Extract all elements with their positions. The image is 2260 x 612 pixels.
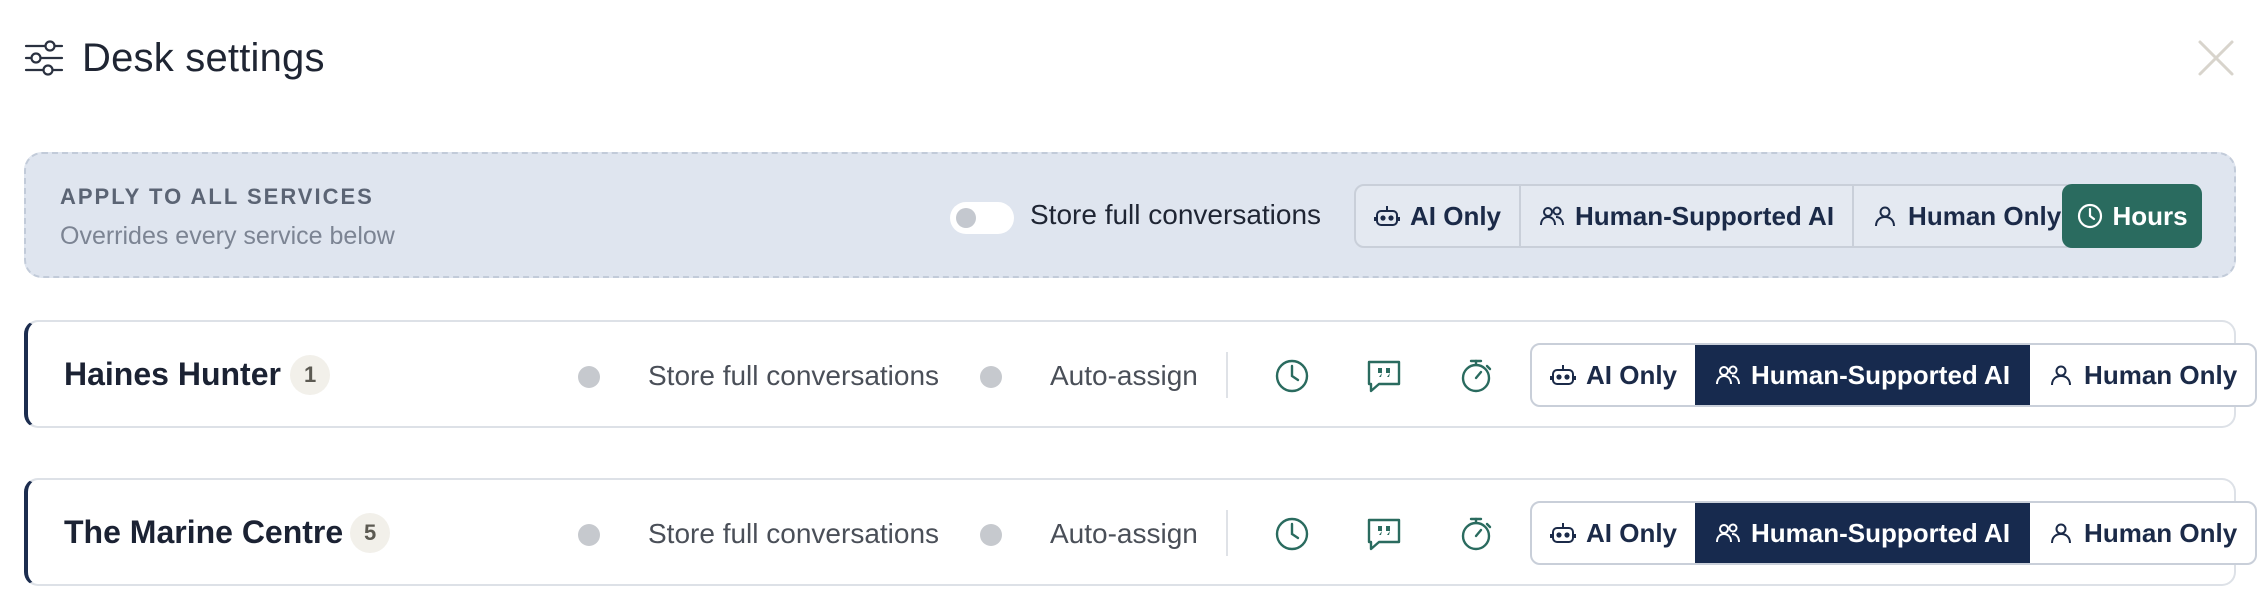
user-icon <box>2051 523 2072 544</box>
dialog-header: Desk settings <box>24 30 325 86</box>
mode-label: Human-Supported AI <box>1751 517 2011 548</box>
clock-icon <box>2078 203 2103 229</box>
mode-ai-only-button[interactable]: AI Only <box>1532 345 1695 405</box>
robot-icon <box>1550 523 1576 543</box>
mode-human-supported-ai-button[interactable]: Human-Supported AI <box>1695 503 2029 563</box>
service-row: Haines Hunter 1 Store full conversations… <box>24 320 2258 428</box>
users-icon <box>1716 523 1741 543</box>
hours-button[interactable]: Hours <box>2062 184 2202 248</box>
clock-icon[interactable] <box>1272 514 1312 554</box>
mode-label: AI Only <box>1410 200 1502 231</box>
mode-human-only-button[interactable]: Human Only <box>2028 503 2255 563</box>
mode-label: Human-Supported AI <box>1751 359 2011 390</box>
store-conversations-label: Store full conversations <box>648 360 940 391</box>
clock-icon[interactable] <box>1272 356 1312 396</box>
divider <box>1226 510 1228 556</box>
user-icon <box>2051 365 2072 386</box>
store-conversations-toggle[interactable] <box>950 202 1014 234</box>
mode-label: Human Only <box>1908 200 2062 231</box>
users-icon <box>1540 206 1565 226</box>
service-row: The Marine Centre 5 Store full conversat… <box>24 478 2258 586</box>
store-conversations-label: Store full conversations <box>648 518 940 549</box>
service-count-badge: 5 <box>350 513 391 553</box>
apply-all-heading: APPLY TO ALL SERVICES <box>60 184 374 209</box>
apply-all-panel: APPLY TO ALL SERVICES Overrides every se… <box>24 152 2236 278</box>
divider <box>1226 352 1228 398</box>
mode-human-supported-ai-button[interactable]: Human-Supported AI <box>1519 186 1852 246</box>
service-name: Haines Hunter <box>64 356 281 392</box>
service-mode-selector: AI Only Human-Supported AI Human Only <box>1530 501 2258 565</box>
mode-ai-only-button[interactable]: AI Only <box>1356 186 1519 246</box>
store-conversations-label: Store full conversations <box>1030 199 1322 230</box>
mode-label: AI Only <box>1586 359 1678 390</box>
user-icon <box>1875 206 1896 227</box>
mode-human-only-button[interactable]: Human Only <box>1852 186 2079 246</box>
quote-bubble-icon[interactable] <box>1364 356 1404 396</box>
mode-human-supported-ai-button[interactable]: Human-Supported AI <box>1695 345 2029 405</box>
page-title: Desk settings <box>82 35 325 80</box>
service-name: The Marine Centre <box>64 514 344 550</box>
auto-assign-toggle[interactable] <box>980 524 1002 546</box>
mode-label: AI Only <box>1586 517 1678 548</box>
apply-all-mode-selector: AI Only Human-Supported AI Human Only <box>1354 184 2082 248</box>
mode-ai-only-button[interactable]: AI Only <box>1532 503 1695 563</box>
stopwatch-icon[interactable] <box>1456 356 1496 396</box>
service-mode-selector: AI Only Human-Supported AI Human Only <box>1530 343 2258 407</box>
mode-human-only-button[interactable]: Human Only <box>2028 345 2255 405</box>
auto-assign-toggle[interactable] <box>980 366 1002 388</box>
store-conversations-toggle[interactable] <box>578 524 600 546</box>
hours-label: Hours <box>2112 200 2188 231</box>
apply-all-subheading: Overrides every service below <box>60 222 395 250</box>
toggle-knob <box>956 208 976 228</box>
sliders-icon <box>24 40 64 76</box>
auto-assign-label: Auto-assign <box>1050 360 1198 391</box>
stopwatch-icon[interactable] <box>1456 514 1496 554</box>
quote-bubble-icon[interactable] <box>1364 514 1404 554</box>
mode-label: Human Only <box>2084 517 2238 548</box>
store-conversations-toggle[interactable] <box>578 366 600 388</box>
robot-icon <box>1550 365 1576 385</box>
robot-icon <box>1374 206 1400 226</box>
mode-label: Human-Supported AI <box>1575 200 1835 231</box>
service-count-badge: 1 <box>290 355 331 395</box>
auto-assign-label: Auto-assign <box>1050 518 1198 549</box>
mode-label: Human Only <box>2084 359 2238 390</box>
close-icon[interactable] <box>2194 36 2238 80</box>
users-icon <box>1716 365 1741 385</box>
